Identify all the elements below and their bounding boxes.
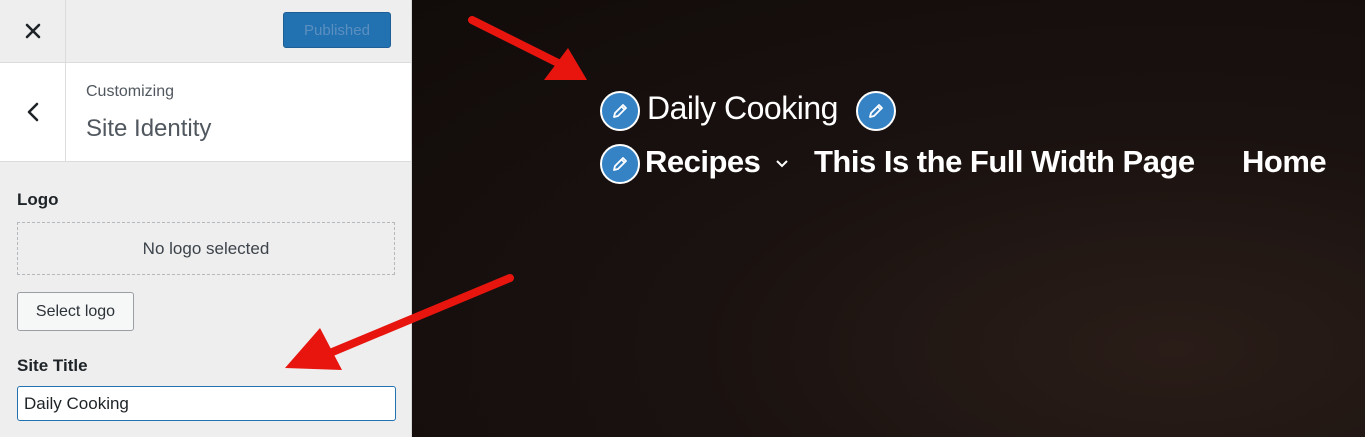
chevron-down-icon: [775, 160, 788, 168]
select-logo-button[interactable]: Select logo: [17, 292, 134, 331]
nav-item-label: This Is the Full Width Page: [814, 144, 1195, 179]
customizer-header: Published: [0, 0, 411, 63]
chevron-left-icon: [27, 102, 38, 122]
back-button[interactable]: [0, 63, 66, 161]
annotation-arrow-site-title: [285, 274, 514, 370]
edit-header-shortcut[interactable]: [856, 91, 896, 131]
publish-button[interactable]: Published: [283, 12, 391, 48]
annotation-arrow-preview: [468, 16, 587, 80]
pencil-icon: [613, 104, 627, 118]
edit-site-title-shortcut[interactable]: [600, 91, 640, 131]
preview-site-title[interactable]: Daily Cooking: [647, 90, 838, 127]
site-preview: Daily Cooking Recipes This Is the Full W…: [412, 0, 1365, 437]
nav-item-home[interactable]: Home: [1242, 144, 1327, 180]
nav-item-label: Recipes: [645, 144, 761, 179]
pencil-icon: [869, 104, 883, 118]
pencil-icon: [613, 157, 627, 171]
logo-label: Logo: [17, 190, 59, 209]
edit-menu-shortcut[interactable]: [600, 144, 640, 184]
site-title-input[interactable]: [17, 386, 396, 421]
site-title-label: Site Title: [17, 356, 88, 375]
nav-item-label: Home: [1242, 144, 1327, 179]
section-title: Site Identity: [86, 115, 212, 142]
breadcrumb: Customizing: [86, 83, 175, 100]
close-icon: [25, 23, 40, 39]
close-button[interactable]: [0, 0, 66, 62]
nav-item-recipes[interactable]: Recipes: [645, 144, 789, 180]
section-header: Customizing Site Identity: [0, 63, 411, 162]
logo-placeholder-text: No logo selected: [142, 238, 270, 258]
nav-item-full-width-page[interactable]: This Is the Full Width Page: [814, 144, 1195, 180]
